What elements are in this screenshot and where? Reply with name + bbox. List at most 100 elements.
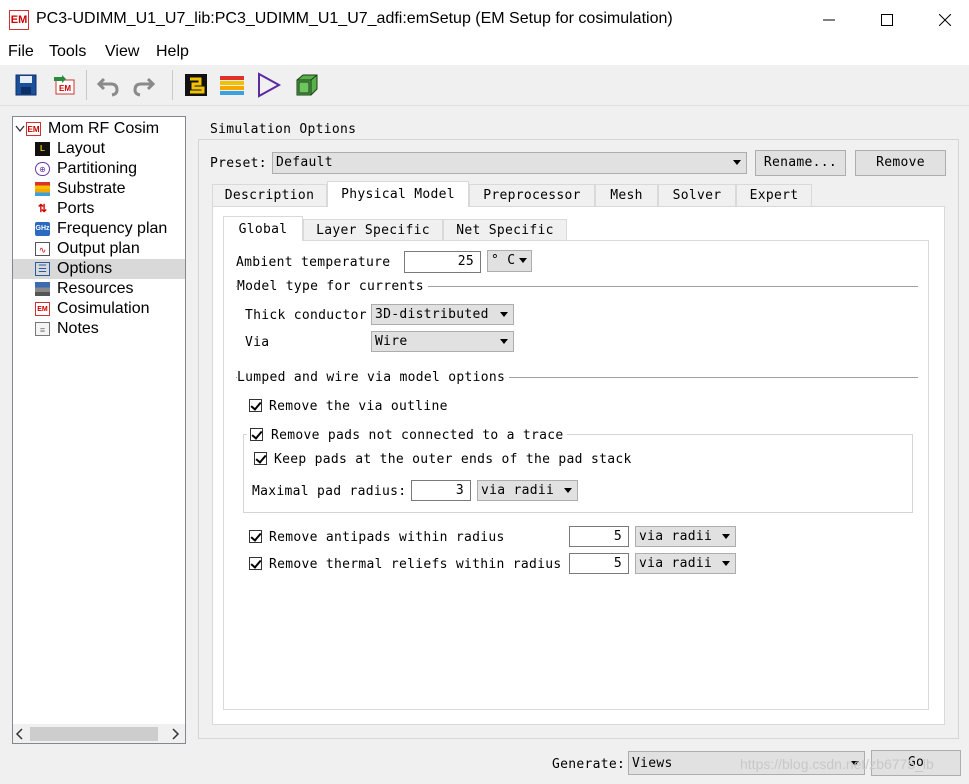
keep-pads-checkbox[interactable] [254,452,267,465]
minimize-icon [823,19,835,21]
tree-item-label: Options [57,260,113,277]
dropdown-arrow-icon [519,258,527,263]
preset-dropdown[interactable]: Default [272,152,747,174]
simulate-button[interactable] [255,71,283,99]
chevron-down-icon [15,125,25,133]
remove-via-outline-checkbox[interactable] [249,399,262,412]
menu-view[interactable]: View [105,43,139,61]
maximal-pad-radius-unit-dropdown[interactable]: via radii [477,480,578,501]
substrate-button[interactable] [218,71,246,99]
tab-expert[interactable]: Expert [736,184,812,206]
tree-item-label: Substrate [57,180,126,197]
subtab-global[interactable]: Global [223,216,303,241]
scrollbar-thumb[interactable] [30,727,158,741]
partitioning-icon: ⊕ [35,162,50,176]
substrate-icon [220,76,244,95]
navigation-tree[interactable]: EM Mom RF Cosim L Layout ⊕ Partitioning … [12,116,186,744]
tab-preprocessor[interactable]: Preprocessor [469,184,595,206]
via-dropdown[interactable]: Wire [371,331,514,352]
unit-value: via radii [639,529,713,544]
chevron-left-icon[interactable] [15,728,25,740]
dropdown-arrow-icon [564,488,572,493]
tree-item-cosimulation[interactable]: EM Cosimulation [13,299,185,319]
em-export-icon: EM [54,75,75,95]
chevron-right-icon[interactable] [170,728,180,740]
menu-file[interactable]: File [8,43,34,61]
tree-item-layout[interactable]: L Layout [13,139,185,159]
maximal-pad-radius-input[interactable]: 3 [411,480,471,501]
tab-description[interactable]: Description [212,184,327,206]
remove-thermal-reliefs-label: Remove thermal reliefs within radius [269,557,562,572]
tree-item-label: Partitioning [57,160,138,177]
save-icon [15,74,37,96]
thick-conductor-dropdown[interactable]: 3D-distributed [371,304,514,325]
lumped-options-header: Lumped and wire via model options [237,370,510,385]
em-icon: EM [26,122,41,136]
3d-view-icon [296,74,318,96]
notes-icon: ≡ [35,322,50,336]
dropdown-arrow-icon [500,312,508,317]
em-export-button[interactable]: EM [50,71,78,99]
unit-value: via radii [481,483,555,498]
tree-item-output-plan[interactable]: ∿ Output plan [13,239,185,259]
redo-button[interactable] [130,71,158,99]
subtab-net-specific[interactable]: Net Specific [443,219,567,240]
simulation-options-title: Simulation Options [206,122,361,137]
remove-antipads-checkbox[interactable] [249,530,262,543]
tree-item-frequency-plan[interactable]: GHz Frequency plan [13,219,185,239]
menu-help[interactable]: Help [156,43,189,61]
tree-item-options[interactable]: ☰ Options [13,259,185,279]
temperature-unit-dropdown[interactable]: ° C [487,250,532,272]
close-button[interactable] [922,6,968,34]
rename-button[interactable]: Rename... [755,150,846,176]
3d-view-button[interactable] [293,71,321,99]
remove-pads-label: Remove pads not connected to a trace [271,428,564,443]
remove-thermal-reliefs-checkbox[interactable] [249,557,262,570]
thermal-reliefs-unit-dropdown[interactable]: via radii [635,553,736,574]
save-button[interactable] [12,71,40,99]
tree-item-resources[interactable]: Resources [13,279,185,299]
tree-item-label: Layout [57,140,106,157]
tree-item-label: Notes [57,320,99,337]
tree-root-mom-rf-cosim[interactable]: EM Mom RF Cosim [13,119,185,139]
remove-pads-checkbox[interactable] [250,428,263,441]
layout-button[interactable] [182,71,210,99]
menu-bar [0,40,969,65]
tree-item-label: Resources [57,280,134,297]
ambient-temperature-label: Ambient temperature [236,255,391,270]
antipads-radius-input[interactable]: 5 [569,526,629,547]
tree-item-partitioning[interactable]: ⊕ Partitioning [13,159,185,179]
tab-physical-model[interactable]: Physical Model [327,181,469,207]
tree-item-label: Frequency plan [57,220,168,237]
em-app-icon: EM [9,10,29,30]
cosimulation-icon: EM [35,302,50,316]
toolbar-separator [86,70,87,100]
tab-solver[interactable]: Solver [658,184,736,206]
tree-item-substrate[interactable]: Substrate [13,179,185,199]
tree-root-label: Mom RF Cosim [48,120,160,137]
undo-button[interactable] [94,71,122,99]
minimize-button[interactable] [806,6,852,34]
subtab-layer-specific[interactable]: Layer Specific [303,219,443,240]
maximize-button[interactable] [864,6,910,34]
redo-icon [133,77,156,97]
remove-button[interactable]: Remove [855,150,946,176]
close-icon [939,14,951,26]
options-icon: ☰ [35,262,50,276]
tree-item-notes[interactable]: ≡ Notes [13,319,185,339]
dropdown-arrow-icon [722,561,730,566]
pads-group-box [243,434,913,513]
ambient-temperature-input[interactable]: 25 [404,251,481,273]
remove-via-outline-label: Remove the via outline [269,399,448,414]
antipads-unit-dropdown[interactable]: via radii [635,526,736,547]
window-title: PC3-UDIMM_U1_U7_lib:PC3_UDIMM_U1_U7_adfi… [36,10,673,27]
menu-tools[interactable]: Tools [49,43,86,61]
generate-value: Views [632,756,673,771]
thermal-reliefs-radius-input[interactable]: 5 [569,553,629,574]
temperature-unit-value: ° C [491,253,516,268]
undo-icon [96,77,119,97]
simulate-icon [258,72,282,98]
tree-item-ports[interactable]: ⇅ Ports [13,199,185,219]
ghz-icon: GHz [35,222,50,236]
tab-mesh[interactable]: Mesh [595,184,658,206]
